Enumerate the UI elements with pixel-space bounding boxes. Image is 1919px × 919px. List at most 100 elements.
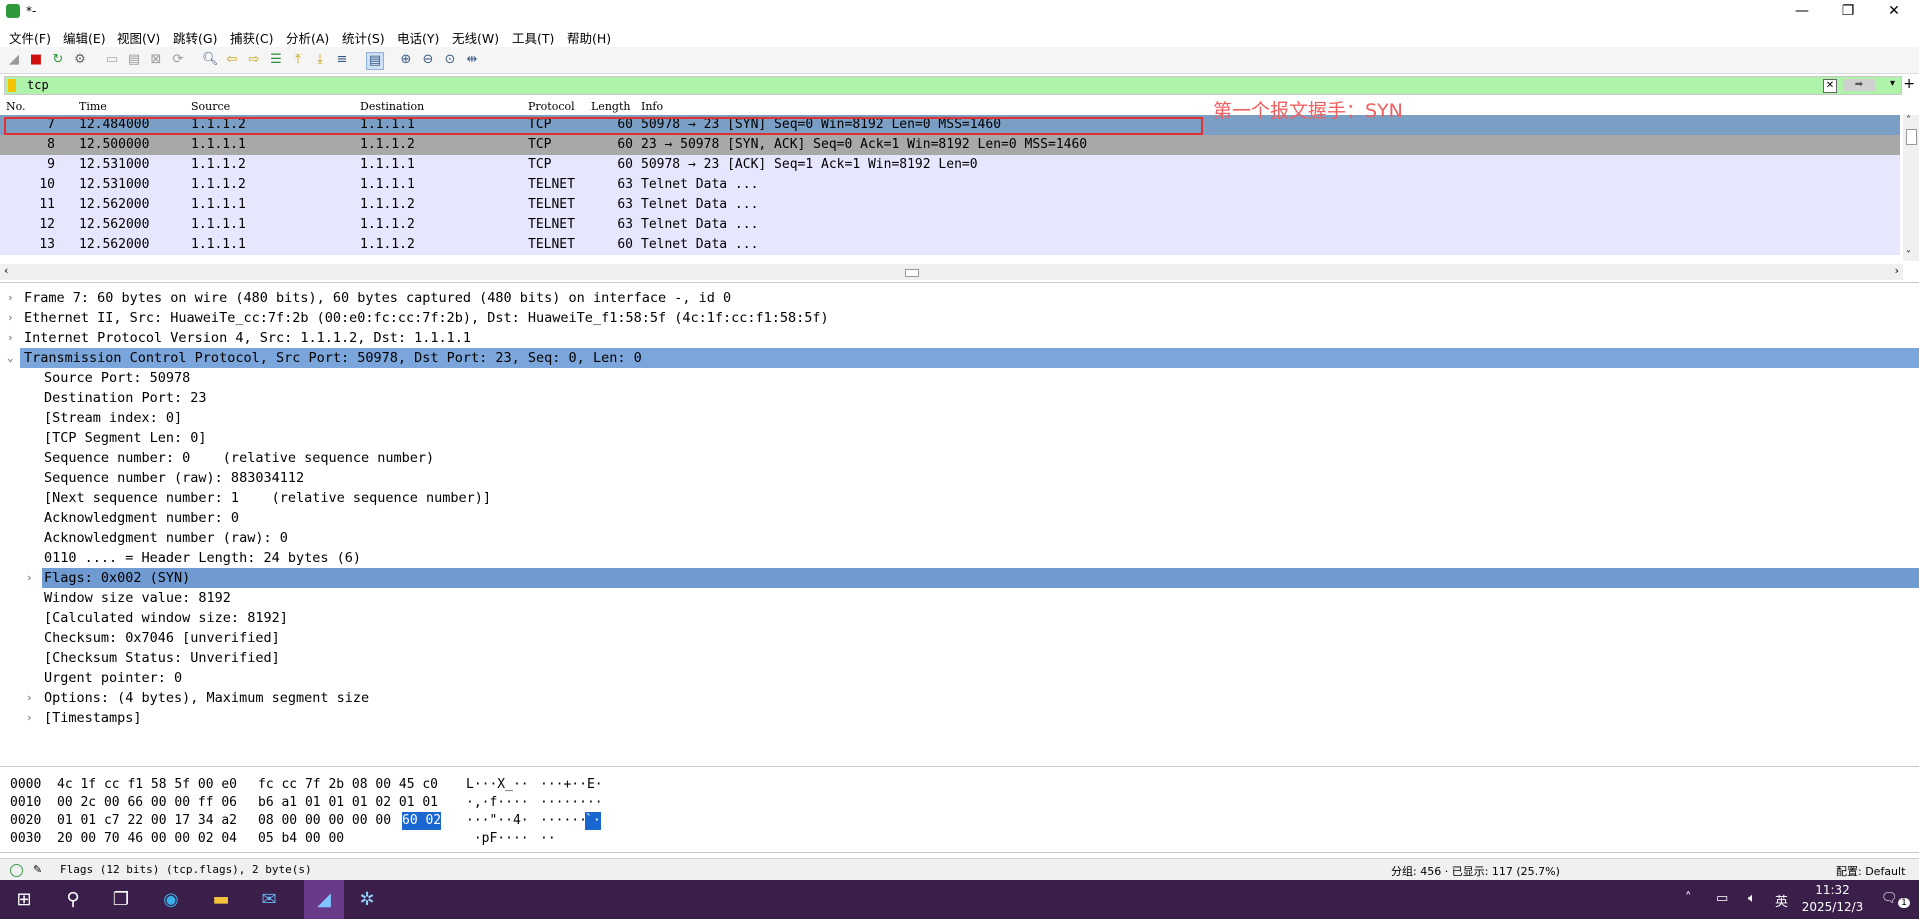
zoom-out-icon[interactable]: ⊖ bbox=[420, 52, 436, 68]
expand-icon[interactable]: › bbox=[7, 288, 19, 308]
ime-indicator[interactable]: 英 bbox=[1775, 891, 1788, 910]
network-tool-icon[interactable]: ✲ bbox=[354, 887, 380, 913]
menu-edit[interactable]: 编辑(E) bbox=[63, 28, 106, 47]
reload-file-icon[interactable]: ⟳ bbox=[170, 52, 186, 68]
menu-statistics[interactable]: 统计(S) bbox=[342, 28, 385, 47]
start-capture-icon[interactable]: ◢ bbox=[6, 52, 22, 68]
scroll-right-icon[interactable]: › bbox=[1895, 264, 1899, 277]
packet-row[interactable]: 11 12.562000 1.1.1.1 1.1.1.2 TELNET 63 Telnet … bbox=[0, 195, 1900, 215]
expert-info-icon[interactable] bbox=[10, 864, 23, 877]
col-destination[interactable]: Destination bbox=[360, 100, 424, 113]
detail-row[interactable]: › Frame 7: 60 bytes on wire (480 bits), 6… bbox=[0, 288, 1919, 308]
packet-row[interactable]: 10 12.531000 1.1.1.2 1.1.1.1 TELNET 63 Telnet … bbox=[0, 175, 1900, 195]
col-info[interactable]: Info bbox=[641, 100, 663, 113]
notification-icon[interactable]: 🗨︎ bbox=[1881, 891, 1898, 906]
col-source[interactable]: Source bbox=[191, 100, 230, 113]
scroll-up-icon[interactable]: ˄ bbox=[1906, 115, 1911, 126]
search-icon[interactable]: ⚲ bbox=[60, 887, 86, 913]
open-file-icon[interactable]: ▭ bbox=[104, 52, 120, 68]
detail-row[interactable]: Checksum: 0x7046 [unverified] bbox=[0, 628, 1919, 648]
col-length[interactable]: Length bbox=[591, 100, 630, 113]
tray-expand-icon[interactable]: ˄ bbox=[1685, 891, 1692, 906]
hex-row[interactable]: 0010 00 2c 00 66 00 00 ff 06 b6 a1 01 01 0… bbox=[0, 794, 1919, 812]
scroll-left-icon[interactable]: ‹ bbox=[4, 264, 8, 277]
detail-row[interactable]: › Internet Protocol Version 4, Src: 1.1.1… bbox=[0, 328, 1919, 348]
go-forward-icon[interactable]: ⇨ bbox=[246, 52, 262, 68]
stop-capture-icon[interactable]: ■ bbox=[28, 52, 44, 68]
detail-row[interactable]: › Options: (4 bytes), Maximum segment siz… bbox=[0, 688, 1919, 708]
packet-row[interactable]: 9 12.531000 1.1.1.2 1.1.1.1 TCP 60 50978 → 23 … bbox=[0, 155, 1900, 175]
detail-row[interactable]: [Stream index: 0] bbox=[0, 408, 1919, 428]
menu-file[interactable]: 文件(F) bbox=[9, 28, 51, 47]
clock[interactable]: 11:32 2025/12/3 bbox=[1795, 882, 1870, 916]
display-filter-input[interactable]: tcp ✕ ➡ ▾ bbox=[4, 76, 1902, 95]
hex-row[interactable]: 0000 4c 1f cc f1 58 5f 00 e0 fc cc 7f 2b 0… bbox=[0, 776, 1919, 794]
colorize-icon[interactable]: ▤ bbox=[366, 52, 384, 70]
mail-icon[interactable]: ✉ bbox=[256, 887, 282, 913]
file-explorer-icon[interactable]: ▬ bbox=[208, 887, 234, 913]
detail-row[interactable]: › Ethernet II, Src: HuaweiTe_cc:7f:2b (00… bbox=[0, 308, 1919, 328]
hex-row[interactable]: 0020 01 01 c7 22 00 17 34 a2 08 00 00 00 0… bbox=[0, 812, 1919, 830]
detail-row[interactable]: Window size value: 8192 bbox=[0, 588, 1919, 608]
minimize-button[interactable]: — bbox=[1779, 0, 1825, 24]
detail-row[interactable]: › [Timestamps] bbox=[0, 708, 1919, 728]
collapse-icon[interactable]: ⌄ bbox=[7, 348, 19, 368]
resize-columns-icon[interactable]: ⇹ bbox=[464, 52, 480, 68]
packet-row[interactable]: 12 12.562000 1.1.1.1 1.1.1.2 TELNET 63 Telnet … bbox=[0, 215, 1900, 235]
menu-capture[interactable]: 捕获(C) bbox=[230, 28, 273, 47]
expand-icon[interactable]: › bbox=[26, 568, 38, 588]
clear-filter-icon[interactable]: ✕ bbox=[1823, 79, 1837, 93]
detail-row[interactable]: Source Port: 50978 bbox=[0, 368, 1919, 388]
detail-row[interactable]: [Next sequence number: 1 (relative seque… bbox=[0, 488, 1919, 508]
add-filter-button-icon[interactable]: + bbox=[1903, 76, 1915, 92]
packet-row[interactable]: 13 12.562000 1.1.1.1 1.1.1.2 TELNET 60 Telnet … bbox=[0, 235, 1900, 255]
filter-text[interactable]: tcp bbox=[27, 78, 49, 92]
capture-options-icon[interactable]: ⚙ bbox=[72, 52, 88, 68]
close-button[interactable]: ✕ bbox=[1871, 0, 1917, 24]
detail-row[interactable]: › Flags: 0x002 (SYN) bbox=[26, 568, 1919, 588]
zoom-in-icon[interactable]: ⊕ bbox=[398, 52, 414, 68]
col-protocol[interactable]: Protocol bbox=[528, 100, 575, 113]
bookmark-icon[interactable] bbox=[8, 79, 16, 92]
go-to-packet-icon[interactable]: ☰ bbox=[268, 52, 284, 68]
menu-analyze[interactable]: 分析(A) bbox=[286, 28, 329, 47]
zoom-reset-icon[interactable]: ⊙ bbox=[442, 52, 458, 68]
packet-row[interactable]: 8 12.500000 1.1.1.1 1.1.1.2 TCP 60 23 → 50978 … bbox=[0, 135, 1900, 155]
go-first-icon[interactable]: ⤒ bbox=[290, 52, 306, 68]
close-file-icon[interactable]: ⊠ bbox=[148, 52, 164, 68]
edit-comment-icon[interactable]: ✎ bbox=[33, 863, 42, 876]
detail-row[interactable]: 0110 .... = Header Length: 24 bytes (6) bbox=[0, 548, 1919, 568]
detail-row[interactable]: Acknowledgment number (raw): 0 bbox=[0, 528, 1919, 548]
menu-telephony[interactable]: 电话(Y) bbox=[397, 28, 439, 47]
task-view-icon[interactable]: ❐ bbox=[108, 887, 134, 913]
detail-row[interactable]: [TCP Segment Len: 0] bbox=[0, 428, 1919, 448]
vscroll-thumb[interactable] bbox=[1906, 129, 1917, 145]
edge-browser-icon[interactable]: ◉ bbox=[158, 887, 184, 913]
expand-icon[interactable]: › bbox=[26, 688, 38, 708]
go-last-icon[interactable]: ⤓ bbox=[312, 52, 328, 68]
filter-history-dropdown-icon[interactable]: ▾ bbox=[1890, 78, 1895, 89]
menu-go[interactable]: 跳转(G) bbox=[173, 28, 217, 47]
detail-row[interactable]: Urgent pointer: 0 bbox=[0, 668, 1919, 688]
scroll-down-icon[interactable]: ˅ bbox=[1906, 250, 1911, 261]
detail-row[interactable]: Destination Port: 23 bbox=[0, 388, 1919, 408]
expand-icon[interactable]: › bbox=[7, 328, 19, 348]
packet-list-hscroll[interactable]: ‹ › bbox=[0, 264, 1903, 280]
menu-help[interactable]: 帮助(H) bbox=[567, 28, 611, 47]
volume-icon[interactable]: 🔈︎ bbox=[1748, 891, 1756, 906]
detail-row[interactable]: ⌄ Transmission Control Protocol, Src Port… bbox=[7, 348, 1919, 368]
detail-row[interactable]: Acknowledgment number: 0 bbox=[0, 508, 1919, 528]
menu-wireless[interactable]: 无线(W) bbox=[452, 28, 499, 47]
go-back-icon[interactable]: ⇦ bbox=[224, 52, 240, 68]
auto-scroll-icon[interactable]: ≡ bbox=[334, 52, 350, 68]
hex-row[interactable]: 0030 20 00 70 46 00 00 02 04 05 b4 00 00 ·… bbox=[0, 830, 1919, 848]
status-profile[interactable]: 配置: Default bbox=[1836, 863, 1905, 879]
col-no[interactable]: No. bbox=[6, 100, 26, 113]
find-packet-icon[interactable]: 🔍︎ bbox=[202, 52, 219, 68]
expand-icon[interactable]: › bbox=[26, 708, 38, 728]
menu-view[interactable]: 视图(V) bbox=[117, 28, 160, 47]
col-time[interactable]: Time bbox=[79, 100, 107, 113]
hscroll-thumb[interactable] bbox=[905, 269, 919, 277]
detail-row[interactable]: [Calculated window size: 8192] bbox=[0, 608, 1919, 628]
packet-list-vscroll[interactable]: ˄ ˅ bbox=[1903, 115, 1919, 261]
